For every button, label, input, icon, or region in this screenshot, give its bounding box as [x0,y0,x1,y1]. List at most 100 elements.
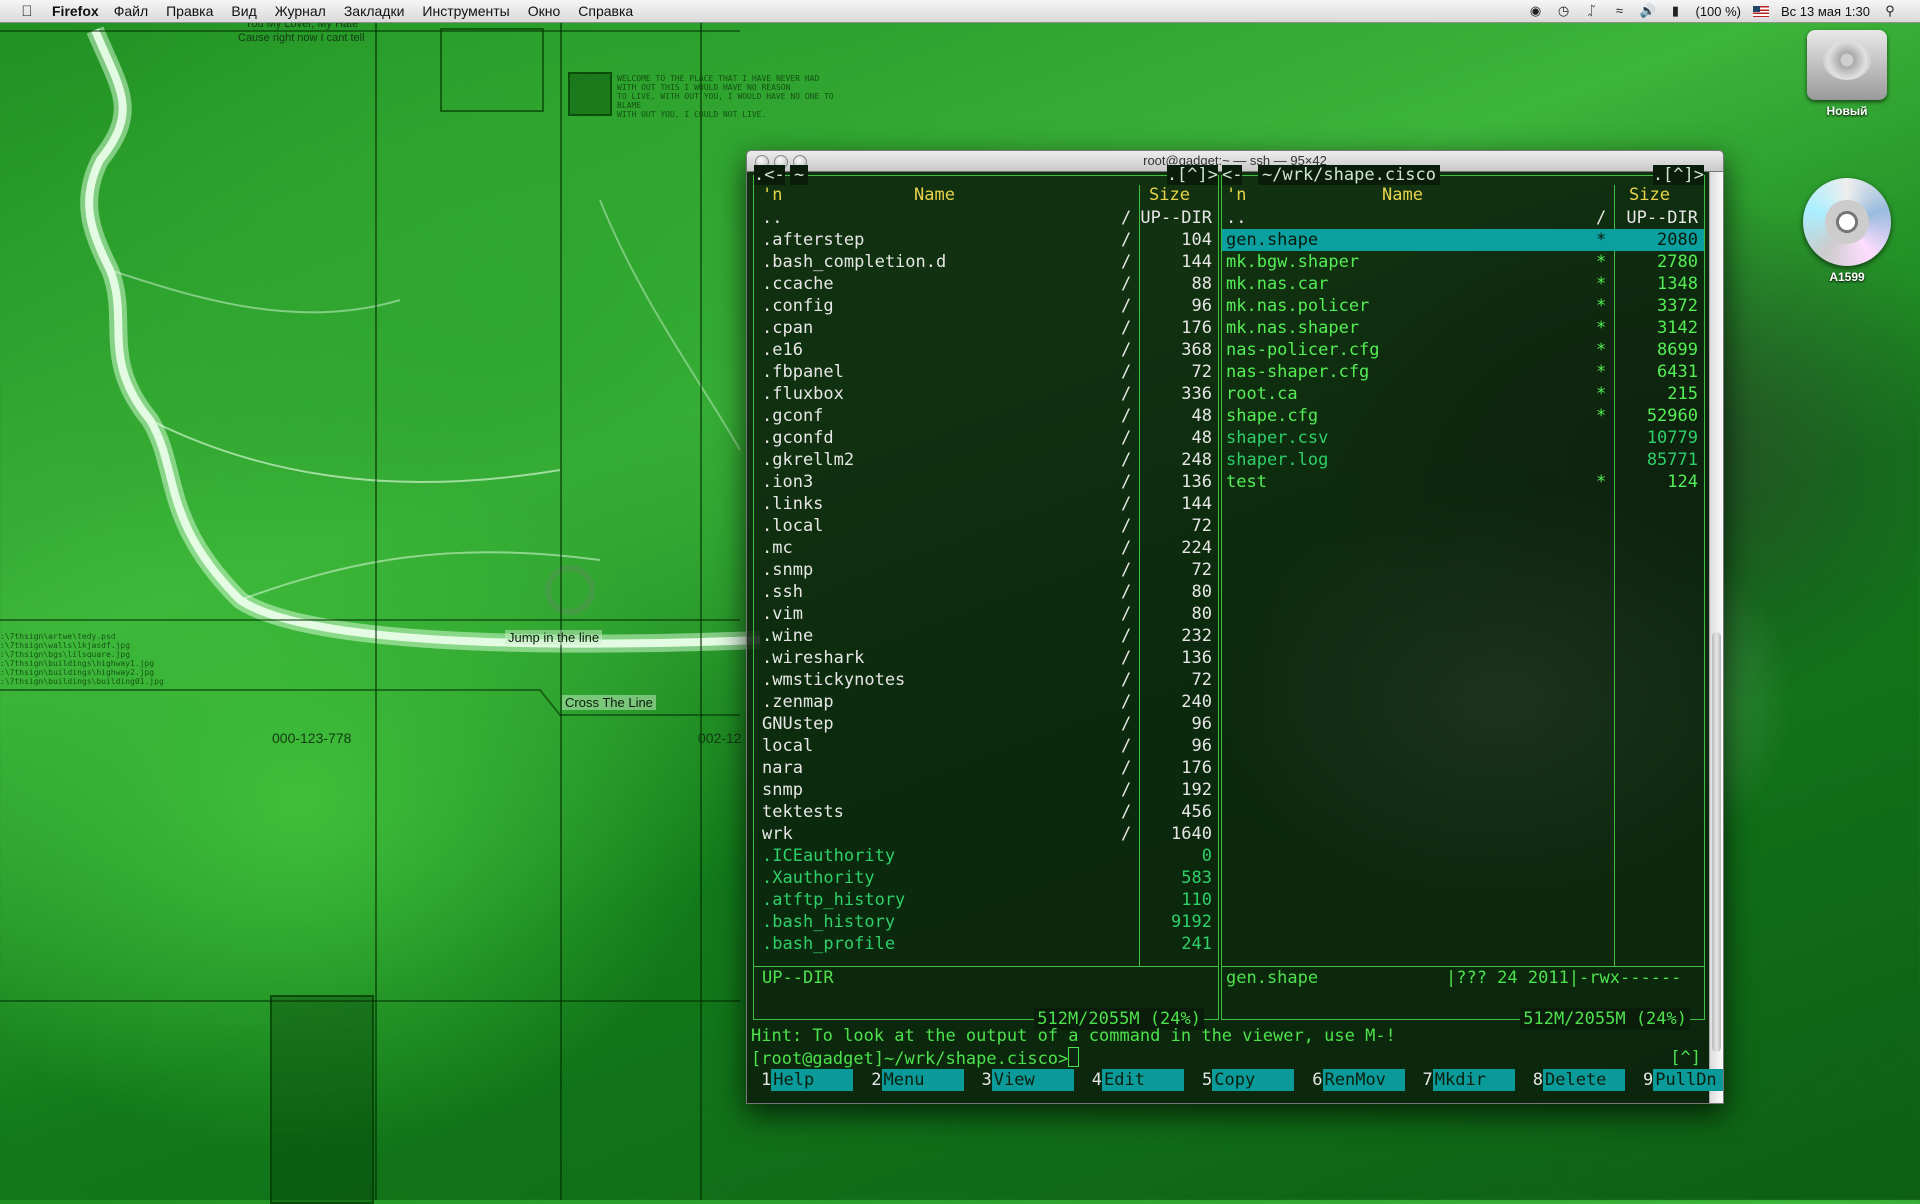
file-row[interactable]: .. / UP--DIR [754,207,1218,229]
time-machine-icon[interactable]: ◷ [1555,4,1571,18]
file-row[interactable]: .ccache / 88 [754,273,1218,295]
right-file-panel[interactable]: <- ~/wrk/shape.cisco .[^]> 'n Name Size … [1221,165,1705,1030]
file-row[interactable]: shaper.log 85771 [1222,449,1704,471]
battery-percent[interactable]: (100 %) [1695,4,1741,19]
function-key-copy[interactable]: 5 Copy [1192,1069,1295,1091]
menu-tools[interactable]: Инструменты [422,3,509,19]
sort-indicator[interactable]: 'n [762,185,782,205]
function-key-edit[interactable]: 4 Edit [1082,1069,1184,1091]
function-key-menu[interactable]: 2 Menu [861,1069,964,1091]
file-row[interactable]: .bash_history 9192 [754,911,1218,933]
menu-edit[interactable]: Правка [166,3,213,19]
menu-file[interactable]: Файл [114,3,148,19]
file-row[interactable]: root.ca * 215 [1222,383,1704,405]
file-row[interactable]: .Xauthority 583 [754,867,1218,889]
file-row[interactable]: .mc / 224 [754,537,1218,559]
file-row[interactable]: .fbpanel / 72 [754,361,1218,383]
file-row[interactable]: local / 96 [754,735,1218,757]
file-row[interactable]: .bash_profile 241 [754,933,1218,955]
terminal-window[interactable]: root@gadget:~ — ssh — 95×42 .<- ~ .[^]> … [746,150,1724,1104]
file-row[interactable]: gen.shape * 2080 [1222,229,1704,251]
wifi-icon[interactable]: ≈ [1611,4,1627,18]
skype-icon[interactable]: ◉ [1527,4,1543,18]
file-row[interactable]: .gkrellm2 / 248 [754,449,1218,471]
panel-corner-right[interactable]: .[^]> [1652,165,1704,185]
file-row[interactable]: .vim / 80 [754,603,1218,625]
menubar-clock[interactable]: Вс 13 мая 1:30 [1781,4,1870,19]
command-prompt[interactable]: [root@gadget]~/wrk/shape.cisco> [751,1047,1080,1070]
file-row[interactable]: .e16 / 368 [754,339,1218,361]
panel-corner-left[interactable]: .<- [754,165,785,185]
menu-history[interactable]: Журнал [275,3,326,19]
menu-window[interactable]: Окно [528,3,561,19]
desktop-icon-dvd[interactable]: A1599 [1797,178,1897,284]
name-column-header[interactable]: Name [914,185,955,205]
name-column-header[interactable]: Name [1382,185,1423,205]
file-row[interactable]: mk.nas.policer * 3372 [1222,295,1704,317]
file-row[interactable]: tektests / 456 [754,801,1218,823]
menu-view[interactable]: Вид [231,3,256,19]
file-row[interactable]: .afterstep / 104 [754,229,1218,251]
file-row[interactable]: nas-policer.cfg * 8699 [1222,339,1704,361]
volume-icon[interactable]: 🔊 [1639,4,1655,18]
size-column-header[interactable]: Size [1149,185,1190,205]
app-menu-firefox[interactable]: Firefox [52,3,99,19]
panel-corner-left[interactable]: <- [1222,165,1243,185]
panel-path-title[interactable]: ~/wrk/shape.cisco [1258,165,1440,185]
size-column-header[interactable]: Size [1629,185,1670,205]
hard-drive-icon[interactable] [1807,30,1887,100]
file-row[interactable]: .ICEauthority 0 [754,845,1218,867]
apple-menu-icon[interactable]:  [16,3,38,20]
function-key-renmov[interactable]: 6 RenMov [1302,1069,1405,1091]
file-row[interactable]: nas-shaper.cfg * 6431 [1222,361,1704,383]
file-row[interactable]: .snmp / 72 [754,559,1218,581]
file-row[interactable]: wrk / 1640 [754,823,1218,845]
file-row[interactable]: .fluxbox / 336 [754,383,1218,405]
menu-help[interactable]: Справка [578,3,633,19]
file-row[interactable]: mk.nas.shaper * 3142 [1222,317,1704,339]
file-row[interactable]: .gconfd / 48 [754,427,1218,449]
file-row[interactable]: shaper.csv 10779 [1222,427,1704,449]
file-row[interactable]: .wmstickynotes / 72 [754,669,1218,691]
file-row[interactable]: .zenmap / 240 [754,691,1218,713]
file-row[interactable]: snmp / 192 [754,779,1218,801]
file-row[interactable]: .local / 72 [754,515,1218,537]
left-file-panel[interactable]: .<- ~ .[^]> 'n Name Size .. / UP--DIR .afte… [753,165,1219,1030]
file-row[interactable]: .wireshark / 136 [754,647,1218,669]
input-source-flag-icon[interactable] [1753,5,1770,17]
file-row[interactable]: GNUstep / 96 [754,713,1218,735]
function-key-delete[interactable]: 8 Delete [1523,1069,1625,1091]
file-row[interactable]: .config / 96 [754,295,1218,317]
file-row[interactable]: .gconf / 48 [754,405,1218,427]
panel-path-title[interactable]: ~ [790,165,809,185]
battery-icon[interactable]: ▮ [1667,4,1683,18]
function-key-help[interactable]: 1 Help [751,1069,854,1091]
file-row[interactable]: .atftp_history 110 [754,889,1218,911]
panel-corner-right[interactable]: .[^]> [1166,165,1218,185]
file-row[interactable]: .. / UP--DIR [1222,207,1704,229]
function-key-mkdir[interactable]: 7 Mkdir [1413,1069,1515,1091]
file-row[interactable]: .cpan / 176 [754,317,1218,339]
spotlight-search-icon[interactable]: ⚲ [1882,4,1898,18]
file-row[interactable]: mk.bgw.shaper * 2780 [1222,251,1704,273]
terminal-screen[interactable]: .<- ~ .[^]> 'n Name Size .. / UP--DIR .afte… [751,165,1723,1101]
sort-indicator[interactable]: 'n [1226,185,1246,205]
scrollbar-thumb[interactable] [1712,632,1721,1052]
file-row[interactable]: test * 124 [1222,471,1704,493]
history-button[interactable]: [^] [1670,1047,1701,1069]
file-row[interactable]: .wine / 232 [754,625,1218,647]
function-key-view[interactable]: 3 View [972,1069,1074,1091]
menu-bookmarks[interactable]: Закладки [344,3,405,19]
file-row[interactable]: .ion3 / 136 [754,471,1218,493]
vertical-scrollbar[interactable] [1709,172,1723,1103]
file-row[interactable]: shape.cfg * 52960 [1222,405,1704,427]
function-key-pulldn[interactable]: 9 PullDn [1633,1069,1723,1091]
file-row[interactable]: .bash_completion.d / 144 [754,251,1218,273]
dvd-icon[interactable] [1803,178,1891,266]
file-row[interactable]: .links / 144 [754,493,1218,515]
bluetooth-icon[interactable]: ᛢ [1583,4,1599,18]
desktop-icon-hard-drive[interactable]: Новый [1797,30,1897,118]
file-row[interactable]: nara / 176 [754,757,1218,779]
file-row[interactable]: .ssh / 80 [754,581,1218,603]
file-row[interactable]: mk.nas.car * 1348 [1222,273,1704,295]
